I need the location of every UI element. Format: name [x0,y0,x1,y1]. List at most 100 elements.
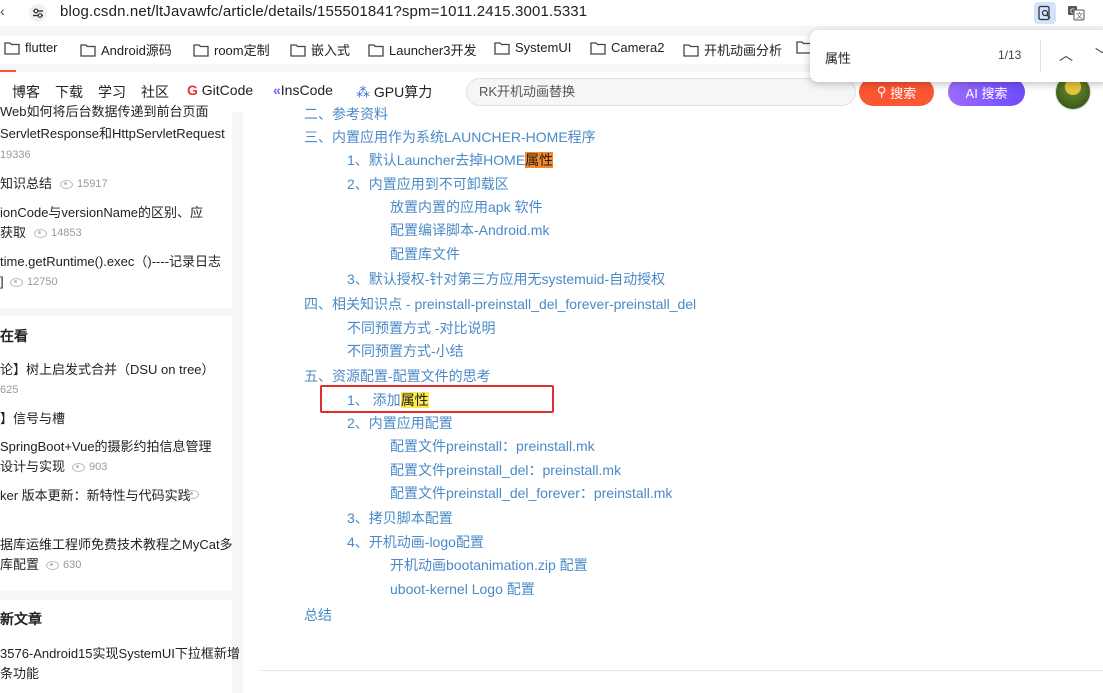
toc-item[interactable]: 开机动画bootanimation.zip 配置 [390,555,588,575]
chevron-up-icon[interactable]: ︿ [1056,45,1076,65]
nav-inscode[interactable]: «InsCode [273,82,333,98]
bookmark-systemui[interactable]: SystemUI [494,40,571,55]
toc-item[interactable]: 不同预置方式-小结 [347,341,464,361]
bookmark-embedded[interactable]: 嵌入式 [290,40,350,59]
list-item[interactable]: 设计与实现 [0,457,65,477]
toc-item[interactable]: 配置文件preinstall_del：preinstall.mk [390,460,621,480]
inscode-icon: « [273,82,281,98]
url-text[interactable]: blog.csdn.net/ltJavawfc/article/details/… [60,3,587,20]
svg-text:文: 文 [1076,11,1083,20]
find-input[interactable]: 属性 [825,48,851,67]
eye-icon [72,462,85,472]
toc-item[interactable]: 3、拷贝脚本配置 [347,508,453,528]
folder-icon [368,43,384,57]
gitcode-icon: G [187,82,198,98]
toc-item[interactable]: 3、默认授权-针对第三方应用无systemuid-自动授权 [347,269,665,289]
toc-item[interactable]: 配置编译脚本-Android.mk [390,220,549,240]
toc-item[interactable]: 二、参考资料 [304,104,388,124]
divider [261,670,1103,671]
view-count [186,490,199,499]
latest-articles-card: 新文章 3576-Android15实现SystemUI下拉框新增 条功能 [0,600,240,693]
folder-icon [193,43,209,57]
gpu-icon: ⁂ [356,84,370,100]
others-reading-card: 在看 论】树上启发式合并（DSU on tree） 625 】信号与槽 Spri… [0,316,233,591]
folder-icon [683,43,699,57]
eye-icon [46,560,59,570]
list-item[interactable]: 据库运维工程师免费技术教程之MyCat多 [0,535,233,555]
eye-icon [10,277,23,287]
find-in-page-icon[interactable] [1034,2,1056,24]
list-item[interactable]: 获取 [0,223,26,243]
nav-learn[interactable]: 学习 [98,82,126,102]
search-button[interactable]: ⚲ 搜索 [859,78,934,106]
list-item[interactable]: 条功能 [0,664,39,684]
list-item[interactable]: ionCode与versionName的区别、应 [0,203,203,223]
find-count: 1/13 [998,48,1022,62]
list-item[interactable]: 库配置 [0,555,39,575]
bookmark-android-source[interactable]: Android源码 [80,40,172,59]
bookmark-camera2[interactable]: Camera2 [590,40,664,55]
search-input[interactable]: RK开机动画替换 [466,78,856,106]
list-item[interactable]: 知识总结 [0,174,52,194]
toc-item[interactable]: 五、资源配置-配置文件的思考 [304,366,491,386]
list-item[interactable]: SpringBoot+Vue的摄影约拍信息管理 [0,437,212,457]
toc-item[interactable]: 1、默认Launcher去掉HOME属性 [347,150,554,170]
list-item[interactable]: 3576-Android15实现SystemUI下拉框新增 [0,644,240,664]
toc-item[interactable]: 配置文件preinstall：preinstall.mk [390,436,595,456]
eye-icon [186,490,199,499]
toc-item[interactable]: 4、开机动画-logo配置 [347,532,484,552]
bookmark-launcher3[interactable]: Launcher3开发 [368,40,476,59]
toc-item[interactable]: 2、内置应用到不可卸载区 [347,174,509,194]
divider [1040,40,1041,72]
list-item[interactable]: time.getRuntime().exec（)----记录日志 [0,252,221,272]
list-item[interactable]: 论】树上启发式合并（DSU on tree） [0,360,215,380]
nav-blog[interactable]: 博客 [12,82,40,102]
view-count: 625 [0,384,19,396]
list-item[interactable]: 】信号与槽 [0,409,65,429]
list-item[interactable]: ServletResponse和HttpServletRequest [0,124,225,144]
toc-item[interactable]: 配置文件preinstall_del_forever：preinstall.mk [390,483,672,503]
list-item[interactable]: ] [0,272,4,292]
view-count: 19336 [0,149,31,161]
eye-icon [60,179,73,189]
toc-item[interactable]: 2、内置应用配置 [347,413,453,433]
toc-item[interactable]: 放置内置的应用apk 软件 [390,197,542,217]
view-count: 14853 [34,227,82,239]
nav-community[interactable]: 社区 [141,82,169,102]
ai-search-button[interactable]: AI 搜索 [948,78,1025,106]
toc-item[interactable]: 总结 [304,605,332,625]
toc-item[interactable]: 配置库文件 [390,244,460,264]
search-highlight-current: 属性 [525,152,554,168]
nav-gpu[interactable]: ⁂ GPU算力 [356,82,432,102]
chevron-down-icon[interactable]: ﹀ [1092,45,1103,65]
folder-icon [494,41,510,55]
find-bar: 属性 1/13 ︿ ﹀ [810,30,1103,82]
site-settings-icon[interactable] [29,4,47,22]
bookmark-room[interactable]: room定制 [193,40,270,59]
folder-icon [590,41,606,55]
chevron-left-icon[interactable]: ‹ [0,3,5,19]
bookmark-boot-animation[interactable]: 开机动画分析 [683,40,782,59]
address-bar[interactable]: ‹ blog.csdn.net/ltJavawfc/article/detail… [0,0,1103,26]
toc-item[interactable]: 三、内置应用作为系统LAUNCHER-HOME程序 [304,127,596,147]
card-title: 在看 [0,328,28,344]
card-title: 新文章 [0,611,42,627]
translate-icon[interactable]: G文 [1065,2,1087,24]
list-item[interactable]: Web如何将后台数据传递到前台页面 [0,102,209,122]
view-count: 12750 [10,276,58,288]
bookmark-flutter[interactable]: flutter [4,40,58,55]
folder-icon [80,43,96,57]
view-count: 903 [72,461,107,473]
toc-item[interactable]: 不同预置方式 -对比说明 [347,318,496,338]
nav-download[interactable]: 下载 [55,82,83,102]
search-icon: ⚲ [876,84,887,99]
toc-item[interactable]: 四、相关知识点 - preinstall-preinstall_del_fore… [304,294,696,314]
view-count: 630 [46,559,81,571]
nav-gitcode[interactable]: G GitCode [187,82,253,98]
annotation-highlight-box [320,385,554,413]
list-item[interactable]: ker 版本更新：新特性与代码实践 [0,486,191,506]
popular-articles-card: Web如何将后台数据传递到前台页面 ServletResponse和HttpSe… [0,104,232,308]
folder-icon [290,43,306,57]
toc-item[interactable]: uboot-kernel Logo 配置 [390,579,535,599]
folder-icon [4,41,20,55]
